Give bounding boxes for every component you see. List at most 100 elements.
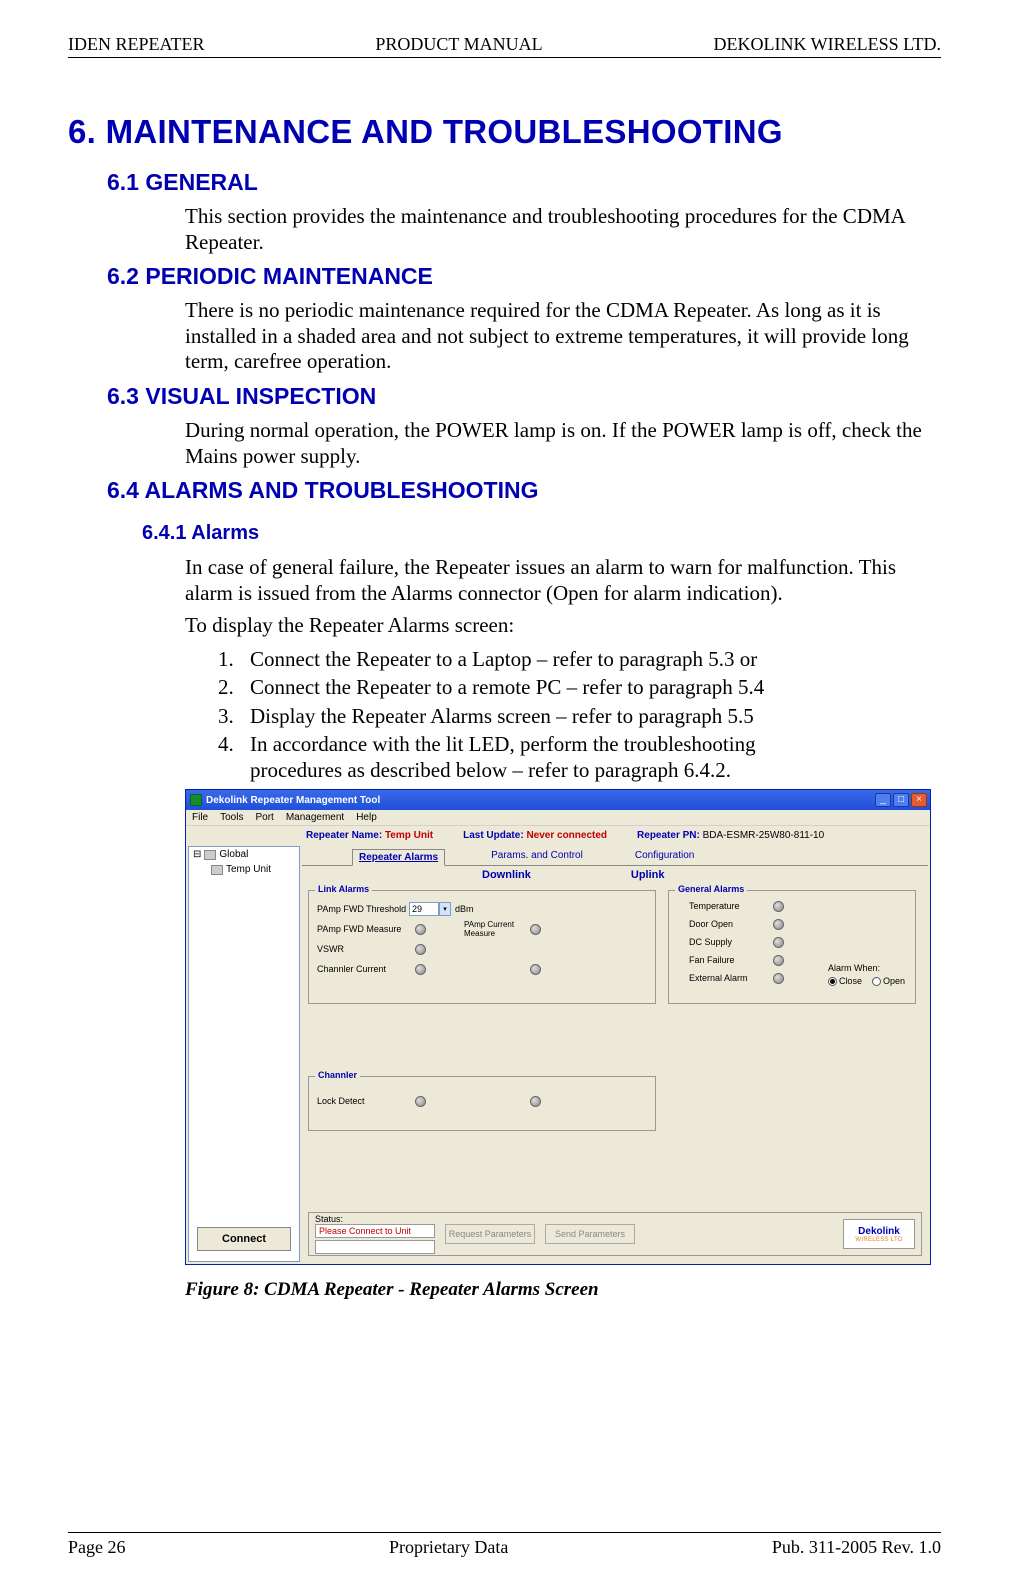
list-number: 3. [218,703,250,729]
window-titlebar: Dekolink Repeater Management Tool _ □ × [186,790,930,810]
vswr-label: VSWR [309,944,409,954]
downlink-header: Downlink [482,869,531,881]
list-number: 2. [218,674,250,700]
connect-button[interactable]: Connect [197,1227,291,1251]
header-right: DEKOLINK WIRELESS LTD. [714,34,942,55]
led-icon [773,937,784,948]
request-parameters-button[interactable]: Request Parameters [445,1224,535,1244]
menu-tools[interactable]: Tools [220,812,243,823]
page-footer: Page 26 Proprietary Data Pub. 311-2005 R… [68,1532,941,1558]
tab-configuration[interactable]: Configuration [629,848,700,865]
chevron-down-icon[interactable]: ▾ [439,902,451,916]
alarms-screenshot: Dekolink Repeater Management Tool _ □ × … [185,789,931,1265]
tab-repeater-alarms[interactable]: Repeater Alarms [352,849,445,866]
list-text: Connect the Repeater to a Laptop – refer… [250,646,757,672]
section-6-2-body: There is no periodic maintenance require… [185,298,941,375]
tree-global-label: Global [219,849,248,860]
device-icon [211,865,223,875]
repeater-pn-value: BDA-ESMR-25W80-811-10 [703,830,825,841]
page-header: IDEN REPEATER PRODUCT MANUAL DEKOLINK WI… [68,34,941,58]
footer-center: Proprietary Data [389,1537,508,1558]
app-icon [190,794,202,806]
status-bar: Status: Please Connect to Unit Request P… [308,1212,922,1256]
tree-temp-unit[interactable]: Temp Unit [189,862,299,877]
uplink-header: Uplink [631,869,665,881]
logo-subtext: WIRELESS LTD [855,1237,902,1243]
last-update-value: Never connected [526,830,607,841]
list-text: In accordance with the lit LED, perform … [250,731,801,784]
pamp-fwd-threshold-label: PAmp FWD Threshold [309,904,409,914]
fan-failure-label: Fan Failure [689,955,767,965]
alarm-when-group: Alarm When: Close Open [828,963,905,986]
last-update-label: Last Update: [463,830,524,841]
section-6-1-title: 6.1 GENERAL [107,169,941,196]
dekolink-logo: Dekolink WIRELESS LTD [843,1219,915,1249]
list-item: 3. Display the Repeater Alarms screen – … [218,703,801,729]
chapter-heading: 6. MAINTENANCE AND TROUBLESHOOTING [68,113,941,151]
section-6-4-1-p1: In case of general failure, the Repeater… [185,555,941,606]
list-text: Connect the Repeater to a remote PC – re… [250,674,764,700]
section-6-4-1-title: 6.4.1 Alarms [142,522,941,545]
threshold-input[interactable]: 29 [409,902,439,916]
led-icon [773,901,784,912]
section-6-4-1-p2: To display the Repeater Alarms screen: [185,613,941,639]
led-icon [530,1096,541,1107]
door-open-label: Door Open [689,919,767,929]
led-icon [773,919,784,930]
status-label: Status: [315,1214,435,1224]
repeater-pn-label: Repeater PN: [637,830,700,841]
tree-panel: ⊟ Global Temp Unit Connect [188,846,300,1262]
radio-close[interactable] [828,977,837,986]
menu-file[interactable]: File [192,812,208,823]
led-icon [530,964,541,975]
header-center: PRODUCT MANUAL [375,34,542,55]
menu-port[interactable]: Port [255,812,273,823]
tab-params-control[interactable]: Params. and Control [485,848,589,865]
threshold-unit: dBm [455,904,474,914]
close-icon[interactable]: × [911,793,927,807]
repeater-name-value: Temp Unit [385,830,433,841]
channler-current-label: Channler Current [309,964,409,974]
header-left: IDEN REPEATER [68,34,205,55]
led-icon [415,924,426,935]
section-6-2-title: 6.2 PERIODIC MAINTENANCE [107,263,941,290]
column-headers: Downlink Uplink [302,866,928,883]
link-alarms-legend: Link Alarms [315,884,372,894]
led-icon [773,973,784,984]
pamp-current-measure-label: PAmp Current Measure [464,920,524,938]
menu-help[interactable]: Help [356,812,377,823]
send-parameters-button[interactable]: Send Parameters [545,1224,635,1244]
lock-detect-label: Lock Detect [309,1096,409,1106]
list-number: 4. [218,731,250,784]
led-icon [530,924,541,935]
logo-text: Dekolink [858,1226,900,1237]
minus-icon: ⊟ [193,849,201,860]
tree-global[interactable]: ⊟ Global [189,847,299,862]
radio-close-label: Close [839,976,862,986]
led-icon [415,1096,426,1107]
led-icon [415,944,426,955]
external-alarm-label: External Alarm [689,973,767,983]
led-icon [415,964,426,975]
link-alarms-panel: Link Alarms PAmp FWD Threshold 29 ▾ dBm … [308,890,656,1004]
dc-supply-label: DC Supply [689,937,767,947]
radio-open[interactable] [872,977,881,986]
tree-unit-label: Temp Unit [226,864,271,875]
section-6-3-title: 6.3 VISUAL INSPECTION [107,383,941,410]
radio-open-label: Open [883,976,905,986]
general-alarms-legend: General Alarms [675,884,747,894]
info-row: Repeater Name: Temp Unit Last Update: Ne… [186,826,930,843]
section-6-4-title: 6.4 ALARMS AND TROUBLESHOOTING [107,477,941,504]
maximize-icon[interactable]: □ [893,793,909,807]
status-progress [315,1240,435,1254]
minimize-icon[interactable]: _ [875,793,891,807]
status-message: Please Connect to Unit [315,1224,435,1238]
repeater-name-label: Repeater Name: [306,830,382,841]
led-icon [773,955,784,966]
footer-right: Pub. 311-2005 Rev. 1.0 [772,1537,941,1558]
menu-management[interactable]: Management [286,812,344,823]
list-item: 4. In accordance with the lit LED, perfo… [218,731,801,784]
alarm-when-label: Alarm When: [828,963,905,973]
server-icon [204,850,216,860]
section-6-1-body: This section provides the maintenance an… [185,204,941,255]
